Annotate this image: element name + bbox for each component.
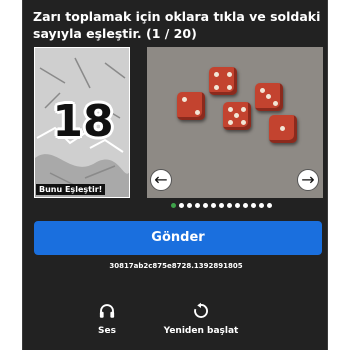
pagination-dot [211,203,216,208]
restart-icon [194,302,208,318]
dice-image [147,47,323,198]
instruction-text: Zarı toplamak için oklara tıkla ve solda… [33,9,321,41]
arrow-right-icon: → [301,170,315,189]
pagination-dot [227,203,232,208]
submit-button[interactable]: Gönder [34,221,322,255]
headphones-icon [99,304,115,318]
restart-button[interactable]: Yeniden başlat [161,302,241,336]
die [255,83,283,111]
session-id: 30817ab2c875e8728.1392891805 [109,262,243,270]
pagination-dot [259,203,264,208]
die [209,67,237,95]
target-number: 18 [52,96,114,147]
captcha-panel: Zarı toplamak için oklara tıkla ve solda… [22,0,328,350]
pagination-dot-active [171,203,176,208]
target-number-card: 18 Bunu Eşleştir! [34,47,130,198]
pagination-dot [251,203,256,208]
audio-button[interactable]: Ses [87,302,127,336]
audio-label: Ses [98,326,116,336]
pagination-dot [235,203,240,208]
match-caption: Bunu Eşleştir! [36,184,106,195]
pagination-dot [187,203,192,208]
pagination-dot [219,203,224,208]
die [269,115,297,143]
restart-label: Yeniden başlat [163,326,239,336]
pagination-dot [179,203,184,208]
pagination-dot [203,203,208,208]
arrow-left-icon: ← [154,170,168,189]
pagination-dot [267,203,272,208]
die [177,92,205,120]
die [223,102,251,130]
pagination-dot [195,203,200,208]
previous-image-button[interactable]: ← [150,169,172,191]
pagination-dot [243,203,248,208]
next-image-button[interactable]: → [297,169,319,191]
